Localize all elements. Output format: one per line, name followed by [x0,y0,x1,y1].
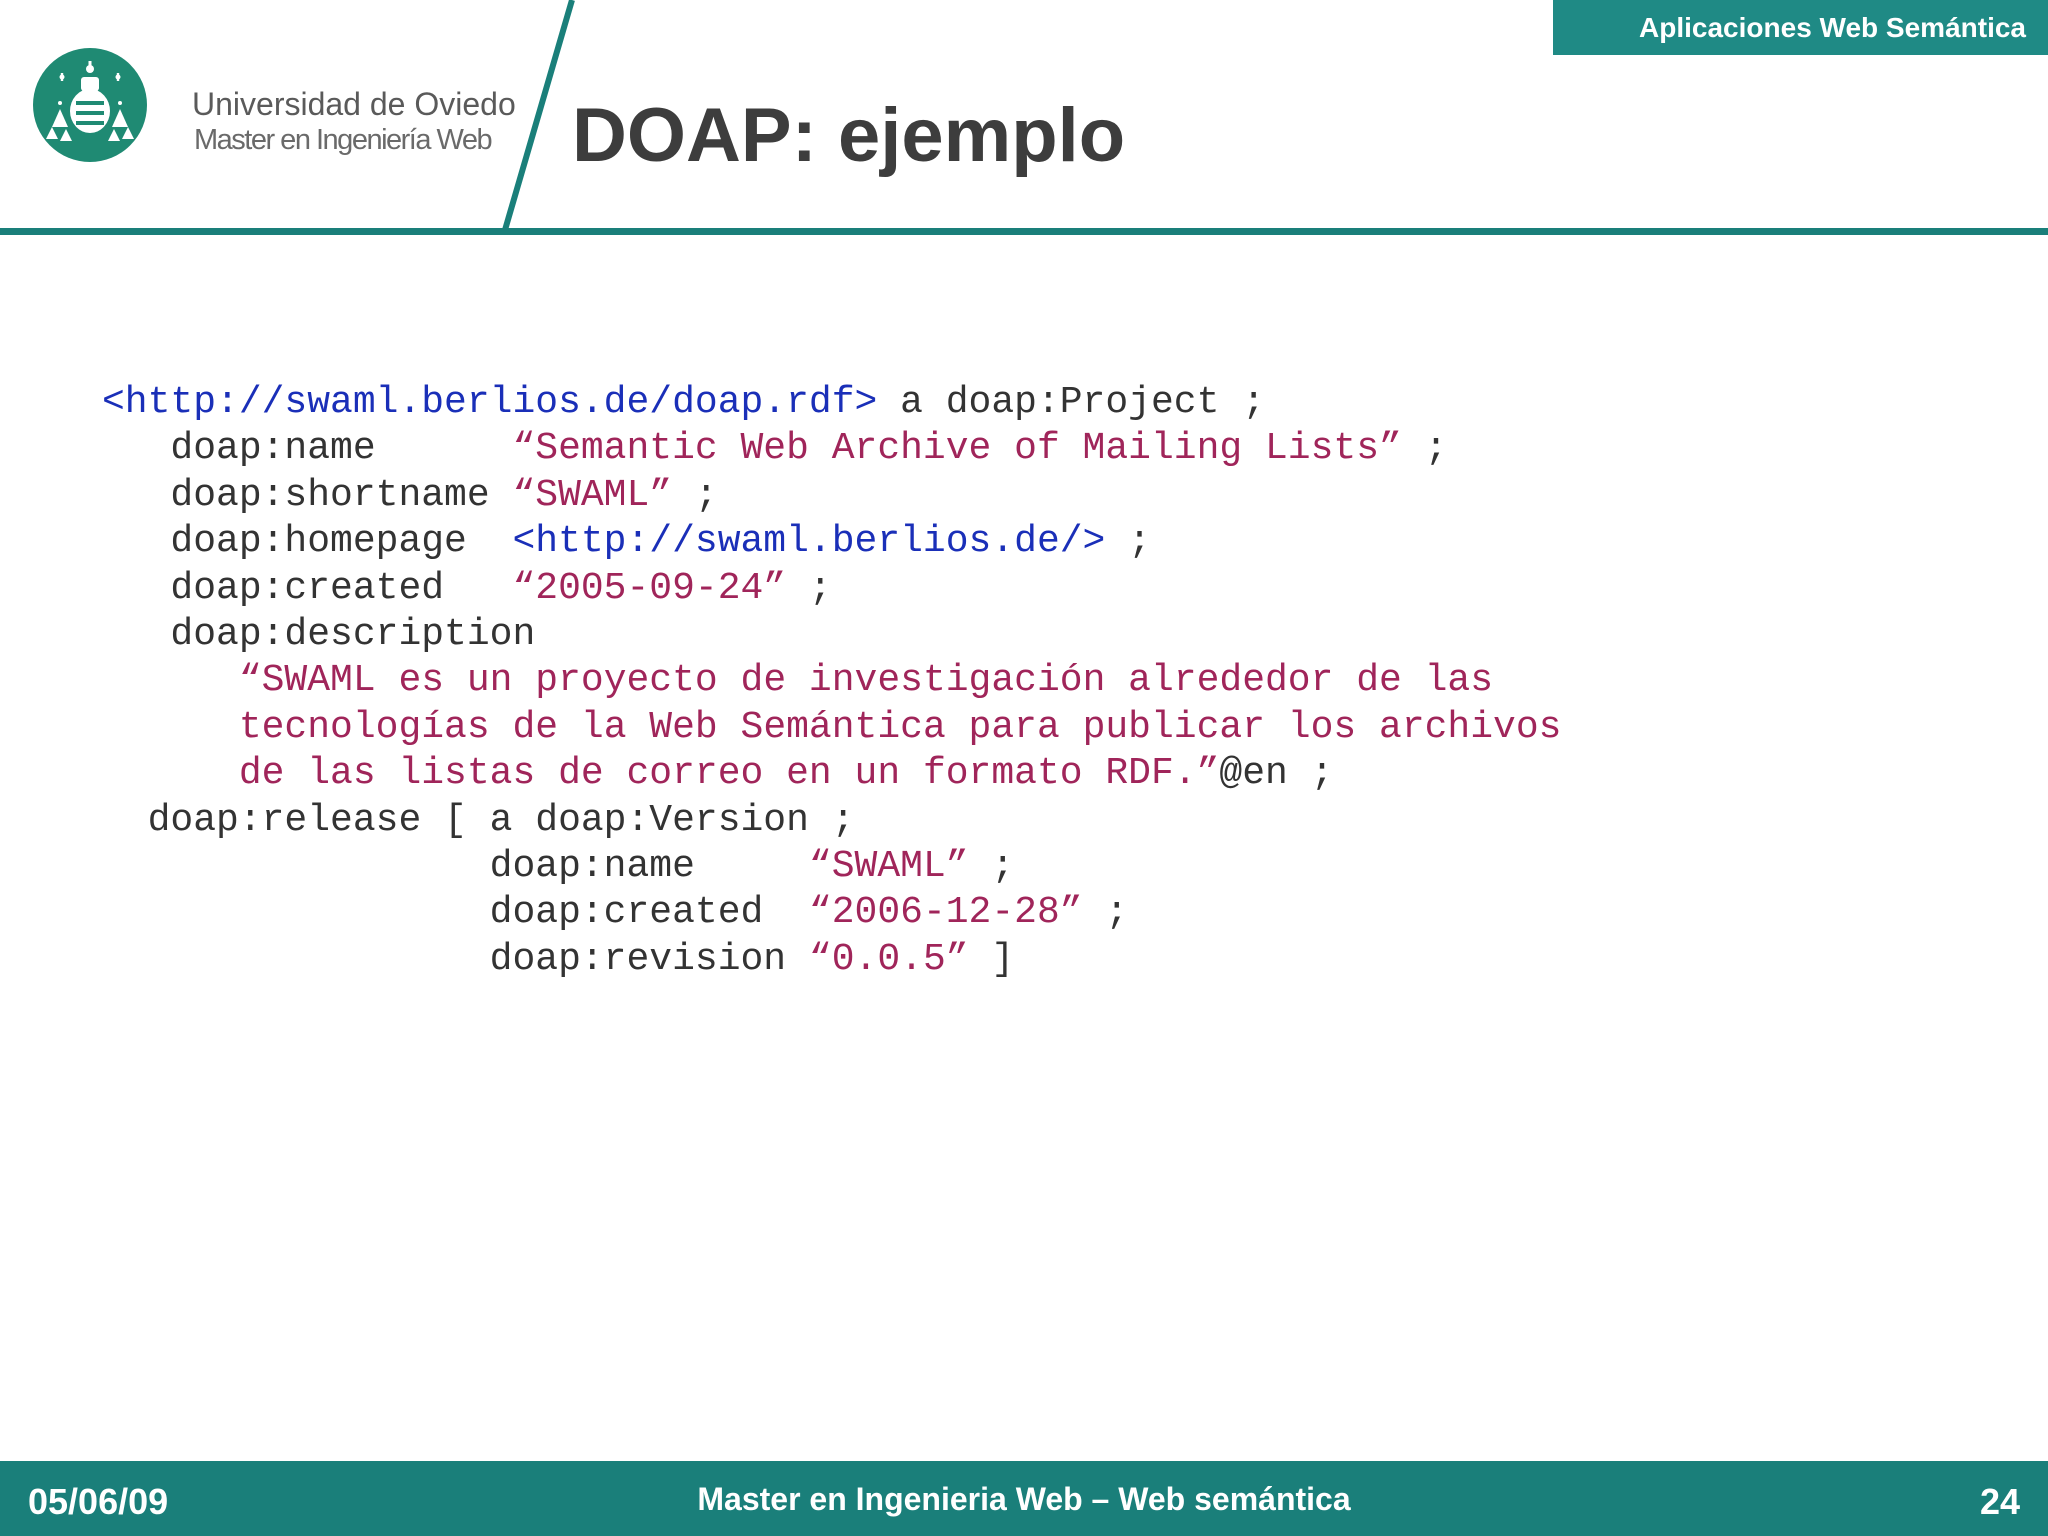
code-line-2-prop: doap:name [102,427,513,471]
university-name: Universidad de Oviedo [192,86,516,122]
code-line-3-value: “SWAML” [512,473,673,517]
code-line-10-prop: doap:release [ a doap:Version ; [102,798,855,842]
code-line-8-value: tecnologías de la Web Semántica para pub… [238,705,1562,749]
code-line-4-prop: doap:homepage [102,520,513,564]
code-line-13-value: “0.0.5” [808,937,969,981]
code-line-12-end: ; [1082,891,1129,935]
code-line-12-prop: doap:created [102,891,809,935]
code-line-5-value: “2005-09-24” [512,566,787,610]
university-seal-icon [33,48,147,162]
code-line-4-value: <http://swaml.berlios.de/> [512,520,1106,564]
header-divider-line [0,228,2048,235]
code-line-13-end: ] [968,937,1015,981]
footer-course: Master en Ingenieria Web – Web semántica [697,1481,1351,1517]
footer-bar: 05/06/09 Master en Ingenieria Web – Web … [0,1461,2048,1536]
code-line-7-value: “SWAML es un proyecto de investigación a… [238,659,1494,703]
code-line-8-indent [102,706,239,749]
university-subtitle: Master en Ingeniería Web [194,124,493,156]
code-line-5-end: ; [786,566,832,610]
code-line-2-end: ; [1401,427,1448,471]
code-line-2-value: “Semantic Web Archive of Mailing Lists” [512,427,1402,471]
code-line-9-indent [102,752,239,795]
code-line-11-prop: doap:name [102,845,809,889]
slide-title: DOAP: ejemplo [572,93,1126,178]
code-line-9-end: @en ; [1219,752,1334,796]
code-line-6-prop: doap:description [102,613,536,657]
code-line-13-prop: doap:revision [102,937,809,981]
code-line-3-end: ; [672,473,718,517]
code-line-11-end: ; [968,845,1015,889]
code-line-7-indent [102,659,239,702]
doap-code-block: <http://swaml.berlios.de/doap.rdf> a doa… [102,380,1561,983]
code-line-5-prop: doap:created [102,566,513,610]
page-number: 24 [1979,1481,2020,1522]
code-line-1-uri: <http://swaml.berlios.de/doap.rdf> [102,381,878,424]
code-line-12-value: “2006-12-28” [808,891,1083,935]
code-line-3-prop: doap:shortname [102,473,513,517]
code-line-4-end: ; [1105,520,1151,564]
code-line-1-rest: a doap:Project ; [877,381,1265,424]
code-line-11-value: “SWAML” [808,845,969,889]
code-line-9-value: de las listas de correo en un formato RD… [238,752,1220,796]
